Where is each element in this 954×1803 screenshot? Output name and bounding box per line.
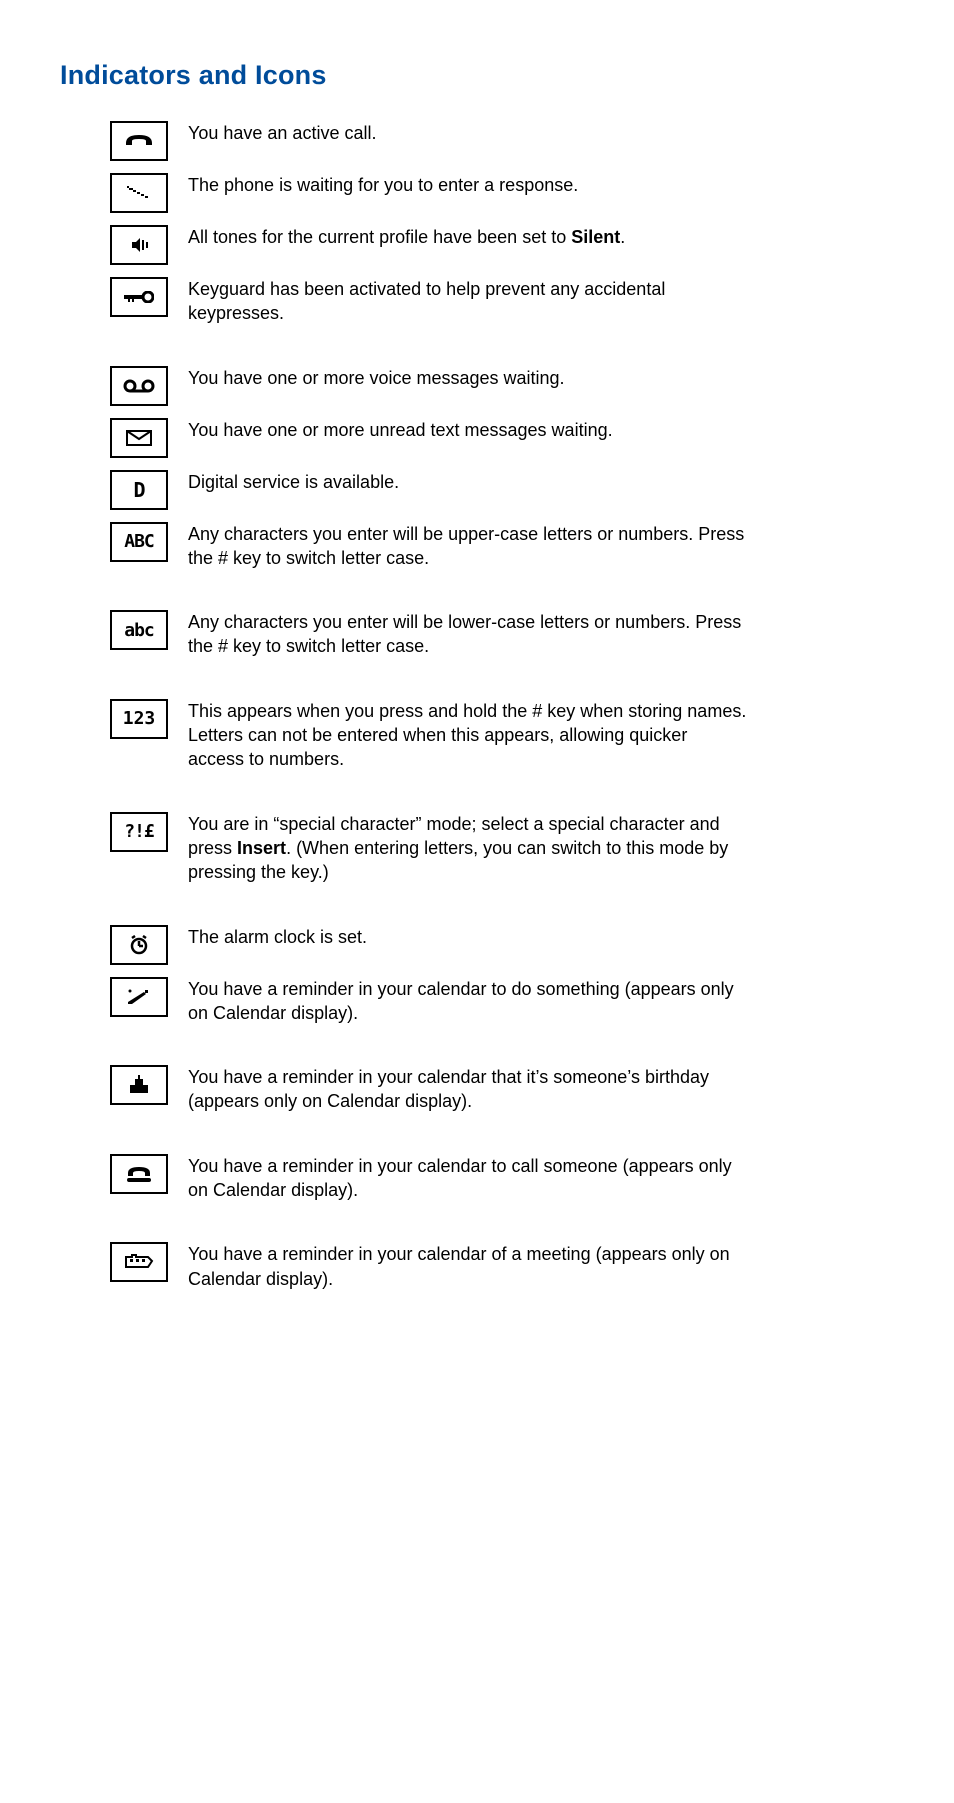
row-reminder-birthday: You have a reminder in your calendar tha…: [110, 1063, 889, 1114]
numbers-glyph: 123: [123, 708, 156, 729]
row-digital-service: D Digital service is available.: [110, 468, 889, 510]
desc-abc-upper: Any characters you enter will be upper-c…: [188, 520, 748, 571]
alarm-icon: [110, 925, 168, 965]
desc-special-bold: Insert: [237, 838, 286, 858]
abc-upper-icon: ABC: [110, 522, 168, 562]
row-reminder-call: You have a reminder in your calendar to …: [110, 1152, 889, 1203]
desc-alarm: The alarm clock is set.: [188, 923, 748, 949]
row-unread-text: You have one or more unread text message…: [110, 416, 889, 458]
desc-keyguard: Keyguard has been activated to help prev…: [188, 275, 748, 326]
desc-digital-service: Digital service is available.: [188, 468, 748, 494]
digital-d-glyph: D: [133, 478, 144, 502]
desc-numbers: This appears when you press and hold the…: [188, 697, 748, 772]
desc-silent-pre: All tones for the current profile have b…: [188, 227, 571, 247]
row-reminder-todo: You have a reminder in your calendar to …: [110, 975, 889, 1026]
desc-reminder-meeting: You have a reminder in your calendar of …: [188, 1240, 748, 1291]
row-abc-upper: ABC Any characters you enter will be upp…: [110, 520, 889, 571]
desc-silent-bold: Silent: [571, 227, 620, 247]
row-numbers: 123 This appears when you press and hold…: [110, 697, 889, 772]
row-special-chars: ?!£ You are in “special character” mode;…: [110, 810, 889, 885]
row-waiting-response: The phone is waiting for you to enter a …: [110, 171, 889, 213]
desc-silent: All tones for the current profile have b…: [188, 223, 748, 249]
keyguard-icon: [110, 277, 168, 317]
desc-abc-lower: Any characters you enter will be lower-c…: [188, 608, 748, 659]
desc-active-call: You have an active call.: [188, 119, 748, 145]
row-active-call: You have an active call.: [110, 119, 889, 161]
page-title: Indicators and Icons: [60, 60, 889, 91]
numbers-icon: 123: [110, 699, 168, 739]
reminder-birthday-icon: [110, 1065, 168, 1105]
abc-lower-icon: abc: [110, 610, 168, 650]
reminder-meeting-icon: [110, 1242, 168, 1282]
row-reminder-meeting: You have a reminder in your calendar of …: [110, 1240, 889, 1291]
row-alarm: The alarm clock is set.: [110, 923, 889, 965]
silent-icon: [110, 225, 168, 265]
desc-unread-text: You have one or more unread text message…: [188, 416, 748, 442]
abc-upper-glyph: ABC: [124, 531, 154, 552]
desc-voicemail: You have one or more voice messages wait…: [188, 364, 748, 390]
digital-service-icon: D: [110, 470, 168, 510]
desc-reminder-call: You have a reminder in your calendar to …: [188, 1152, 748, 1203]
page: Indicators and Icons You have an active …: [0, 0, 954, 1361]
desc-special-chars: You are in “special character” mode; sel…: [188, 810, 748, 885]
reminder-call-icon: [110, 1154, 168, 1194]
row-voicemail: You have one or more voice messages wait…: [110, 364, 889, 406]
waiting-response-icon: [110, 173, 168, 213]
unread-text-icon: [110, 418, 168, 458]
row-keyguard: Keyguard has been activated to help prev…: [110, 275, 889, 326]
reminder-todo-icon: [110, 977, 168, 1017]
indicator-list: You have an active call. The phone is wa…: [110, 119, 889, 1291]
special-chars-icon: ?!£: [110, 812, 168, 852]
voicemail-icon: [110, 366, 168, 406]
desc-silent-post: .: [620, 227, 625, 247]
desc-reminder-todo: You have a reminder in your calendar to …: [188, 975, 748, 1026]
special-chars-glyph: ?!£: [124, 821, 154, 842]
active-call-icon: [110, 121, 168, 161]
desc-waiting-response: The phone is waiting for you to enter a …: [188, 171, 748, 197]
row-silent: All tones for the current profile have b…: [110, 223, 889, 265]
desc-reminder-birthday: You have a reminder in your calendar tha…: [188, 1063, 748, 1114]
row-abc-lower: abc Any characters you enter will be low…: [110, 608, 889, 659]
abc-lower-glyph: abc: [124, 620, 154, 641]
